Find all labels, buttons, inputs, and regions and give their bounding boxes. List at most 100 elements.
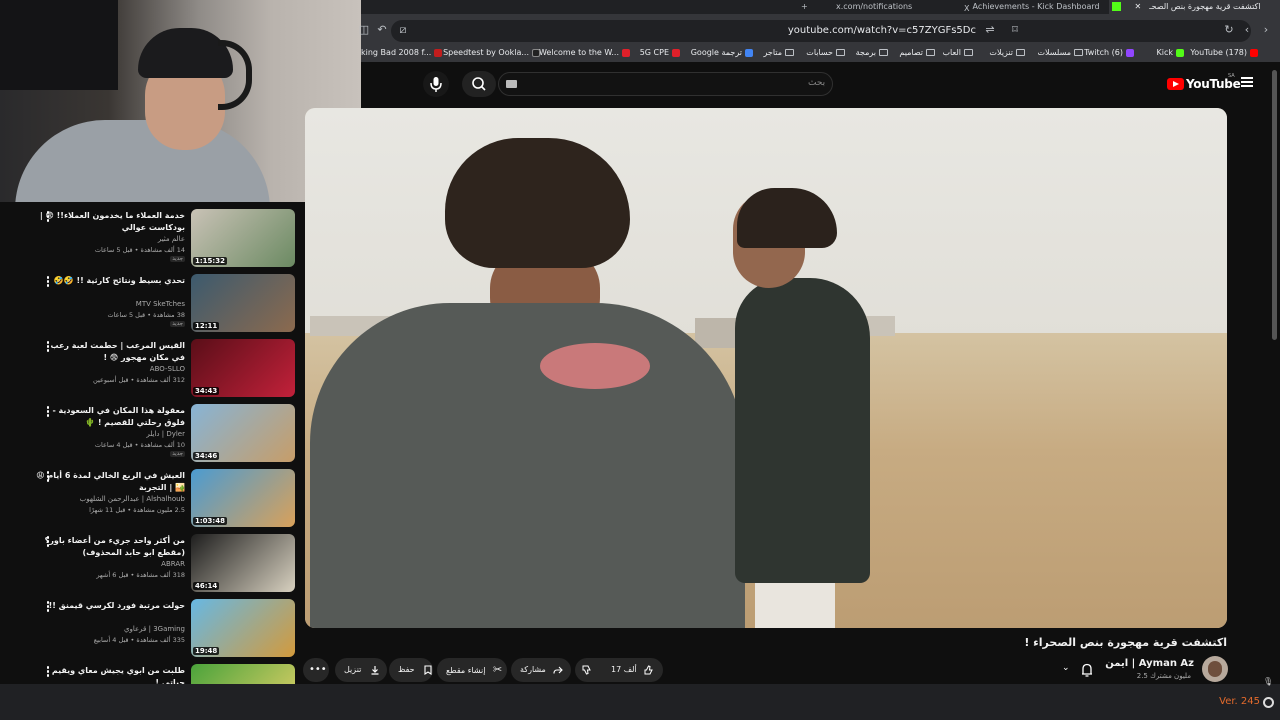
bookmark-folder-games[interactable]: العاب xyxy=(943,48,973,57)
video-title[interactable]: حولت مرتبة فورد لكرسي قيمنق !! xyxy=(35,600,185,612)
video-title[interactable]: القيس المرعب | حطمت لعبة رعب في مكان مهج… xyxy=(35,340,185,364)
x-icon: ​ xyxy=(824,2,833,11)
screen: + ​x.com/notifications XAchievements - K… xyxy=(0,0,1280,720)
notification-bell-button[interactable] xyxy=(1074,658,1100,682)
site-info-icon[interactable]: ⇌ xyxy=(984,24,996,36)
more-vertical-icon[interactable] xyxy=(45,536,51,548)
clip-button[interactable]: إنشاء مقطع ✂ xyxy=(437,658,507,682)
like-button[interactable]: 17 ألف xyxy=(611,658,654,682)
more-actions-button[interactable]: ••• xyxy=(303,658,329,682)
tab-close-icon[interactable]: ✕ xyxy=(1135,2,1142,11)
recommended-video-item[interactable]: 34:43 القيس المرعب | حطمت لعبة رعب في مكا… xyxy=(0,332,300,397)
channel-name[interactable]: ABO-SLLO xyxy=(35,365,185,373)
channel-name[interactable]: Alshalhoub | عبدالرحمن الشلهوب xyxy=(35,495,185,503)
speedtest-favicon xyxy=(532,48,540,57)
save-button[interactable]: حفظ xyxy=(389,658,433,682)
more-horizontal-icon: ••• xyxy=(309,664,327,675)
video-thumbnail[interactable]: 1:03:48 xyxy=(191,469,295,527)
download-icon xyxy=(371,665,379,675)
voice-search-button[interactable] xyxy=(423,71,449,97)
bookmark-folder-series[interactable]: مسلسلات xyxy=(1037,48,1083,57)
channel-name[interactable]: ABRAR xyxy=(35,560,185,568)
settings-gear-icon[interactable] xyxy=(1263,697,1274,708)
bookmark-folder-stores[interactable]: متاجر xyxy=(764,48,794,57)
video-title[interactable]: خدمة العملاء ما يخدمون العملاء!! 😨 | بود… xyxy=(35,210,185,234)
undo-icon[interactable]: ↶ xyxy=(376,24,388,36)
tab-youtube-video[interactable]: ✕ اكتشفت قرية مهجورة بنص الصحـ xyxy=(1109,0,1280,14)
tab-x-notifications[interactable]: ​x.com/notifications xyxy=(821,0,951,14)
share-button[interactable]: مشاركة xyxy=(511,658,571,682)
bookmark-folder-downloads[interactable]: تنزيلات xyxy=(989,48,1025,57)
more-vertical-icon[interactable] xyxy=(45,211,51,223)
recommended-video-item[interactable]: 19:48 حولت مرتبة فورد لكرسي قيمنق !! 3Gami… xyxy=(0,592,300,657)
channel-name[interactable]: ايمن | Ayman Az xyxy=(1105,658,1194,669)
forward-icon[interactable]: › xyxy=(1260,24,1272,36)
recommended-list: 1:15:32 خدمة العملاء ما يخدمون العملاء!! … xyxy=(0,202,300,684)
browser-tab-bar: + ​x.com/notifications XAchievements - K… xyxy=(361,0,1280,14)
more-vertical-icon[interactable] xyxy=(45,276,51,288)
bookmark-5g-cpe[interactable]: 5G CPE xyxy=(640,48,680,57)
hamburger-menu-icon[interactable] xyxy=(1241,77,1253,87)
recommended-video-item[interactable]: 1:03:48 العيش في الربع الخالي لمدة 6 أيام… xyxy=(0,462,300,527)
video-title[interactable]: طلبت من ابوي يجيش معاي ويقيم حياتي ! xyxy=(35,665,185,684)
tab-search-icon[interactable]: ⧄ xyxy=(397,24,409,36)
bookmark-google-translate[interactable]: Google ترجمة xyxy=(691,48,753,57)
video-thumbnail[interactable]: 19:48 xyxy=(191,599,295,657)
video-title[interactable]: من أكثر واحد جريء من أعضاء باور؟ (مقطع ا… xyxy=(35,535,185,559)
recommended-video-item[interactable]: 46:14 من أكثر واحد جريء من أعضاء باور؟ (م… xyxy=(0,527,300,592)
bookmark-star-icon[interactable]: ⌑ xyxy=(1009,24,1021,36)
bookmark-welcome[interactable]: Welcome to the W... xyxy=(539,48,630,57)
bookmark-speedtest[interactable]: Speedtest by Ookla... xyxy=(443,48,540,57)
clip-label: إنشاء مقطع xyxy=(446,666,486,675)
more-vertical-icon[interactable] xyxy=(45,601,51,613)
reload-icon[interactable]: ↻ xyxy=(1223,24,1235,36)
search-input[interactable] xyxy=(498,72,833,96)
keyboard-icon[interactable] xyxy=(506,80,517,88)
bookmark-twitch[interactable]: Twitch (6) xyxy=(1084,48,1134,57)
download-button[interactable]: تنزيل xyxy=(335,658,387,682)
bookmark-label: Kick xyxy=(1156,48,1174,57)
bookmark-folder-designs[interactable]: تصاميم xyxy=(899,48,935,57)
back-icon[interactable]: ‹ xyxy=(1241,24,1253,36)
tab-kick-dashboard[interactable]: X Achievements - Kick Dashboard xyxy=(961,0,1111,14)
bookmark-breaking-bad[interactable]: king Bad 2008 f... xyxy=(361,48,443,57)
video-title[interactable]: معقولة هذا المكان في السعودية - فلوق رحل… xyxy=(35,405,185,429)
channel-name[interactable]: 3Gaming | قرعاوي xyxy=(35,625,185,633)
video-thumbnail[interactable] xyxy=(191,664,295,684)
more-vertical-icon[interactable] xyxy=(45,666,51,678)
page-scrollbar-thumb[interactable] xyxy=(1272,70,1277,340)
video-player[interactable] xyxy=(305,108,1227,628)
bookmark-label: تنزيلات xyxy=(989,48,1013,57)
bookmark-youtube[interactable]: YouTube (178) xyxy=(1190,48,1258,57)
extension-icon[interactable]: ◫ xyxy=(358,24,370,36)
recommended-video-item[interactable]: طلبت من ابوي يجيش معاي ويقيم حياتي !Ayma… xyxy=(0,657,300,684)
more-vertical-icon[interactable] xyxy=(45,406,51,418)
video-thumbnail[interactable]: 12:11 xyxy=(191,274,295,332)
video-meta: 312 ألف مشاهدة • قبل أسبوعين xyxy=(93,376,185,384)
mic-status-icon: 🎙 xyxy=(1263,677,1274,686)
dislike-button[interactable] xyxy=(582,658,592,682)
video-thumbnail[interactable]: 34:43 xyxy=(191,339,295,397)
channel-name[interactable]: MTV SkeTches xyxy=(35,300,185,308)
channel-name[interactable]: Dyler | دايلر xyxy=(35,430,185,438)
recommended-video-item[interactable]: 34:46 معقولة هذا المكان في السعودية - فلو… xyxy=(0,397,300,462)
channel-name[interactable]: عالم مثير xyxy=(35,235,185,243)
video-title[interactable]: العيش في الربع الخالي لمدة 6 أيام 😩🏜️ | … xyxy=(35,470,185,494)
video-thumbnail[interactable]: 34:46 xyxy=(191,404,295,462)
video-thumbnail[interactable]: 46:14 xyxy=(191,534,295,592)
video-meta: 318 ألف مشاهدة • قبل 6 أشهر xyxy=(96,571,185,579)
folder-icon xyxy=(964,49,973,56)
channel-avatar[interactable] xyxy=(1202,656,1228,682)
bookmark-folder-accounts[interactable]: حسابات xyxy=(806,48,845,57)
recommended-video-item[interactable]: 1:15:32 خدمة العملاء ما يخدمون العملاء!! … xyxy=(0,202,300,267)
more-vertical-icon[interactable] xyxy=(45,341,51,353)
more-vertical-icon[interactable] xyxy=(45,471,51,483)
bookmark-folder-programming[interactable]: برمجة xyxy=(856,48,888,57)
video-title[interactable]: تحدي بسيط ونتائج كارثية !! 🤣🤣 xyxy=(35,275,185,287)
search-button[interactable] xyxy=(462,71,496,97)
recommended-video-item[interactable]: 12:11 تحدي بسيط ونتائج كارثية !! 🤣🤣 MTV Sk… xyxy=(0,267,300,332)
url-text[interactable]: youtube.com/watch?v=c57ZYGFs5Dc xyxy=(788,25,976,36)
youtube-logo[interactable]: YouTube xyxy=(1167,76,1241,92)
bookmark-kick[interactable]: Kick xyxy=(1156,48,1184,57)
video-thumbnail[interactable]: 1:15:32 xyxy=(191,209,295,267)
